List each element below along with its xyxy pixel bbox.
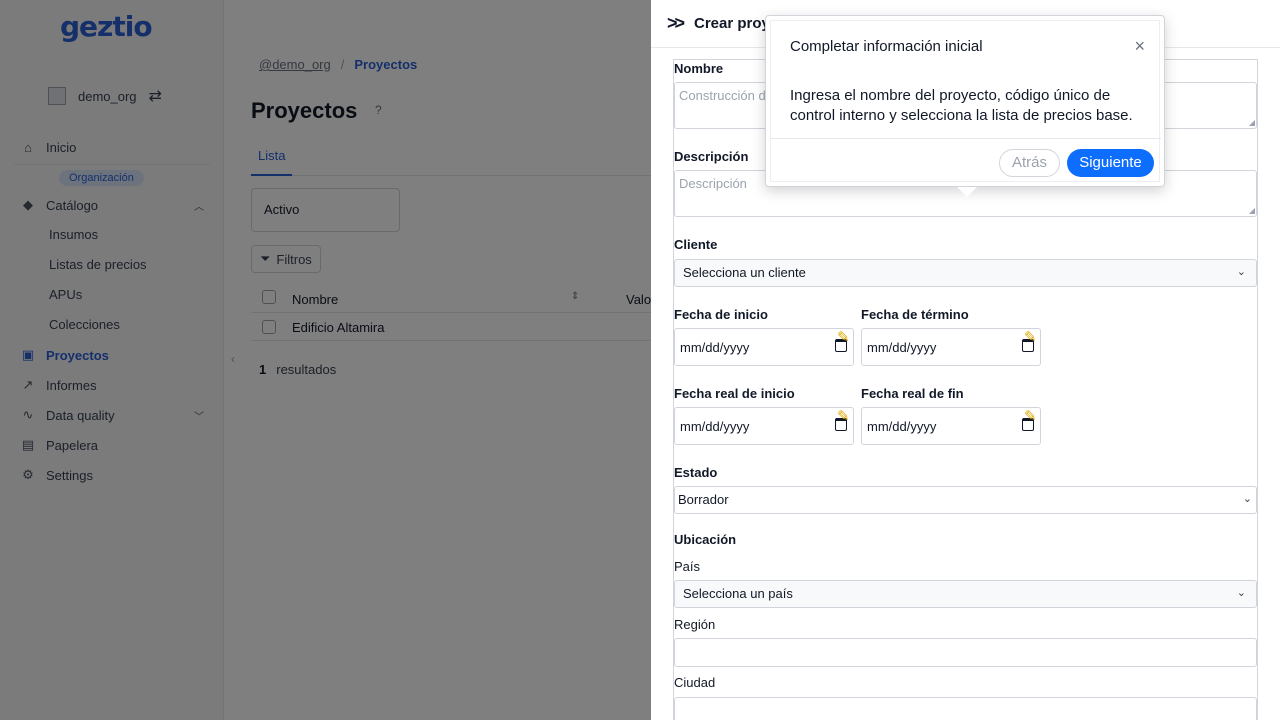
- back-button[interactable]: Atrás: [999, 149, 1060, 177]
- fecha-real-fin-value: mm/dd/yyyy: [867, 419, 937, 434]
- label-nombre: Nombre: [674, 61, 724, 76]
- fecha-inicio-input[interactable]: mm/dd/yyyy: [674, 328, 854, 366]
- pais-select[interactable]: Selecciona un país ⌄: [674, 580, 1257, 608]
- estado-value: Borrador: [678, 492, 729, 507]
- edit-icon[interactable]: ✎: [837, 409, 853, 425]
- chevron-down-icon: ⌄: [1236, 266, 1246, 278]
- fecha-termino-value: mm/dd/yyyy: [867, 340, 937, 355]
- label-ciudad: Ciudad: [674, 675, 716, 690]
- tour-description: Ingresa el nombre del proyecto, código ú…: [790, 87, 1133, 124]
- next-button[interactable]: Siguiente: [1067, 149, 1154, 177]
- label-fecha-inicio: Fecha de inicio: [674, 307, 768, 322]
- resize-handle-icon[interactable]: ◢: [1249, 118, 1255, 127]
- resize-handle-icon[interactable]: ◢: [1249, 206, 1255, 215]
- tour-footer: Atrás Siguiente: [771, 138, 1161, 183]
- nombre-placeholder: Construcción d: [679, 88, 766, 103]
- fecha-real-inicio-value: mm/dd/yyyy: [680, 419, 750, 434]
- tour-popover: Completar información inicial × Ingresa …: [765, 15, 1165, 197]
- fecha-real-fin-input[interactable]: mm/dd/yyyy: [861, 407, 1041, 445]
- drawer-title: Crear proy: [694, 15, 770, 32]
- edit-icon[interactable]: ✎: [1024, 409, 1040, 425]
- pais-value: Selecciona un país: [683, 586, 793, 601]
- descripcion-placeholder: Descripción: [679, 176, 747, 191]
- fecha-termino-input[interactable]: mm/dd/yyyy: [861, 328, 1041, 366]
- cliente-value: Selecciona un cliente: [683, 265, 806, 280]
- tour-popover-body: Completar información inicial × Ingresa …: [770, 20, 1161, 183]
- label-descripcion: Descripción: [674, 149, 749, 164]
- region-input[interactable]: [674, 638, 1257, 667]
- fecha-inicio-value: mm/dd/yyyy: [680, 340, 750, 355]
- label-cliente: Cliente: [674, 237, 718, 252]
- label-region: Región: [674, 617, 716, 632]
- double-chevron-right-icon[interactable]: >>: [667, 13, 685, 34]
- chevron-down-icon: ⌄: [1242, 493, 1252, 505]
- label-fecha-real-inicio: Fecha real de inicio: [674, 386, 795, 401]
- label-estado: Estado: [674, 465, 718, 480]
- label-fecha-termino: Fecha de término: [861, 307, 969, 322]
- close-icon[interactable]: ×: [1134, 36, 1145, 57]
- edit-icon[interactable]: ✎: [837, 330, 853, 346]
- cliente-select[interactable]: Selecciona un cliente ⌄: [674, 259, 1257, 287]
- tour-title: Completar información inicial: [790, 38, 983, 55]
- chevron-down-icon: ⌄: [1236, 587, 1246, 599]
- label-fecha-real-fin: Fecha real de fin: [861, 386, 964, 401]
- popover-arrow: [957, 187, 977, 197]
- label-ubicacion: Ubicación: [674, 532, 737, 547]
- estado-select[interactable]: Borrador ⌄: [674, 486, 1257, 514]
- label-pais: País: [674, 559, 701, 574]
- edit-icon[interactable]: ✎: [1024, 330, 1040, 346]
- ciudad-input[interactable]: [674, 697, 1257, 720]
- fecha-real-inicio-input[interactable]: mm/dd/yyyy: [674, 407, 854, 445]
